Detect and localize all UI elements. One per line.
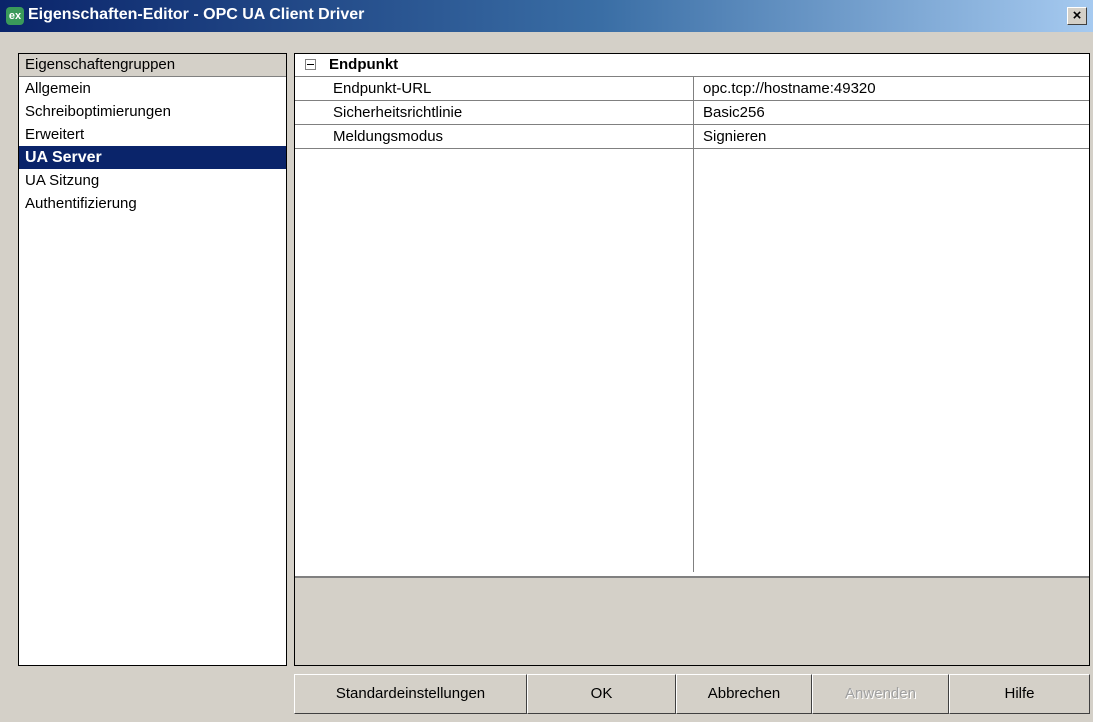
property-row-endpunkt-url[interactable]: Endpunkt-URL opc.tcp://hostname:49320	[295, 77, 1089, 101]
group-item-ua-sitzung[interactable]: UA Sitzung	[19, 169, 286, 192]
property-value[interactable]: Basic256	[703, 101, 765, 124]
property-row-meldungsmodus[interactable]: Meldungsmodus Signieren	[295, 125, 1089, 149]
defaults-button[interactable]: Standardeinstellungen	[294, 674, 527, 714]
property-name: Endpunkt-URL	[333, 80, 432, 97]
help-button[interactable]: Hilfe	[949, 674, 1090, 714]
apply-button[interactable]: Anwenden	[812, 674, 949, 714]
property-name: Sicherheitsrichtlinie	[333, 104, 463, 121]
group-item-allgemein[interactable]: Allgemein	[19, 77, 286, 100]
window-title: Eigenschaften-Editor - OPC UA Client Dri…	[28, 6, 365, 23]
group-item-schreiboptimierungen[interactable]: Schreiboptimierungen	[19, 100, 286, 123]
property-groups-header: Eigenschaftengruppen	[19, 54, 286, 77]
property-grid: Endpunkt Endpunkt-URL opc.tcp://hostname…	[294, 53, 1090, 666]
close-button[interactable]: ×	[1067, 7, 1087, 25]
description-pane	[295, 576, 1089, 665]
property-value[interactable]: Signieren	[703, 125, 766, 148]
group-item-erweitert[interactable]: Erweitert	[19, 123, 286, 146]
property-row-sicherheitsrichtlinie[interactable]: Sicherheitsrichtlinie Basic256	[295, 101, 1089, 125]
ok-button[interactable]: OK	[527, 674, 676, 714]
group-item-ua-server[interactable]: UA Server	[19, 146, 286, 169]
section-title: Endpunkt	[329, 56, 399, 73]
collapse-icon[interactable]	[305, 59, 316, 70]
title-bar: ex Eigenschaften-Editor - OPC UA Client …	[0, 0, 1093, 32]
group-item-authentifizierung[interactable]: Authentifizierung	[19, 192, 286, 215]
app-icon: ex	[6, 7, 24, 25]
column-divider[interactable]	[693, 77, 694, 572]
property-value[interactable]: opc.tcp://hostname:49320	[703, 77, 876, 100]
property-groups-list: Eigenschaftengruppen Allgemein Schreibop…	[18, 53, 287, 666]
section-header-endpunkt[interactable]: Endpunkt	[295, 54, 1089, 77]
property-name: Meldungsmodus	[333, 128, 444, 145]
cancel-button[interactable]: Abbrechen	[676, 674, 812, 714]
